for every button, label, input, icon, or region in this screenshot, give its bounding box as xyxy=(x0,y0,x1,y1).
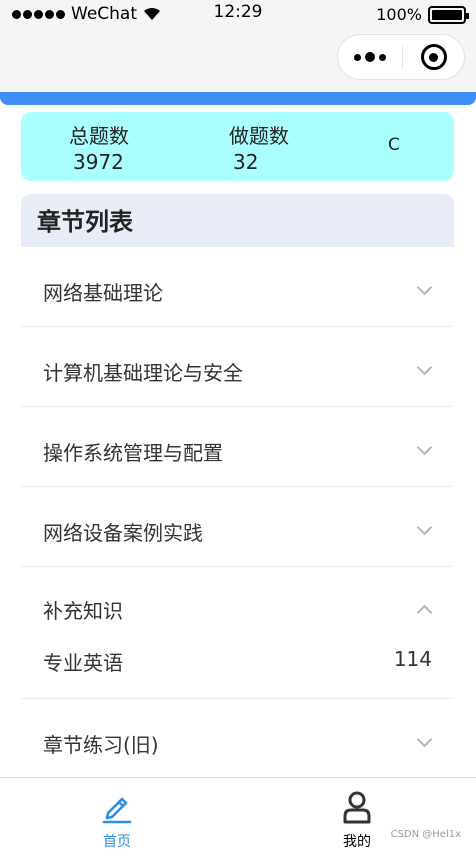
tab-home-label: 首页 xyxy=(103,834,131,850)
chapter-item[interactable]: 网络基础理论 xyxy=(21,247,454,327)
chapter-item-label: 操作系统管理与配置 xyxy=(43,441,223,465)
chapter-item[interactable]: 操作系统管理与配置 xyxy=(21,407,454,487)
chevron-down-icon xyxy=(416,519,433,536)
total-questions: 总题数 3972 xyxy=(69,123,129,175)
chapter-item-label: 网络设备案例实践 xyxy=(43,521,203,545)
sub-chapter-label: 专业英语 xyxy=(43,651,123,675)
chevron-down-icon xyxy=(416,279,433,296)
chapter-list-title: 章节列表 xyxy=(21,194,454,247)
watermark: CSDN @Hel1x xyxy=(390,829,461,840)
navigation-bar xyxy=(0,30,476,92)
done-questions-value: 32 xyxy=(233,150,259,174)
chevron-down-icon xyxy=(416,731,433,748)
chevron-down-icon xyxy=(416,439,433,456)
chapter-list: 网络基础理论 计算机基础理论与安全 操作系统管理与配置 网络设备案例实践 补充知… xyxy=(21,247,454,779)
more-menu-icon[interactable] xyxy=(338,52,402,62)
edit-pencil-icon xyxy=(102,797,132,824)
chapter-item[interactable]: 计算机基础理论与安全 xyxy=(21,327,454,407)
battery-icon xyxy=(428,5,469,24)
stats-card: 总题数 3972 做题数 32 C xyxy=(21,112,454,181)
battery-status: 100% xyxy=(376,5,469,24)
chevron-up-icon xyxy=(416,604,433,621)
status-bar: WeChat 12:29 100% xyxy=(0,0,476,30)
battery-percent: 100% xyxy=(376,5,422,24)
app-page: WeChat 12:29 100% 总题数 3972 做题数 32 C 章节列表… xyxy=(0,0,476,850)
chapter-item-label: 网络基础理论 xyxy=(43,281,163,305)
done-questions: 做题数 32 xyxy=(229,123,289,175)
chapter-item[interactable]: 网络设备案例实践 xyxy=(21,487,454,567)
miniprogram-capsule xyxy=(337,34,465,80)
chevron-down-icon xyxy=(416,359,433,376)
total-questions-label: 总题数 xyxy=(69,124,129,148)
header-accent-strip xyxy=(0,92,476,105)
close-miniprogram-icon[interactable] xyxy=(403,44,464,70)
tab-home[interactable]: 首页 xyxy=(57,778,177,850)
chapter-item-label: 补充知识 xyxy=(43,599,123,623)
done-questions-label: 做题数 xyxy=(229,124,289,148)
total-questions-value: 3972 xyxy=(73,150,124,174)
sub-chapter-count: 114 xyxy=(393,647,432,671)
chapter-item[interactable]: 章节练习(旧) xyxy=(21,699,454,779)
chapter-item-expanded[interactable]: 补充知识 专业英语 114 xyxy=(21,567,454,699)
user-icon xyxy=(343,791,371,824)
chapter-item-label: 计算机基础理论与安全 xyxy=(43,361,243,385)
sub-chapter-item[interactable]: 专业英语 114 xyxy=(21,645,454,699)
chapter-item-label: 章节练习(旧) xyxy=(43,733,159,757)
refresh-icon[interactable]: C xyxy=(388,135,400,155)
